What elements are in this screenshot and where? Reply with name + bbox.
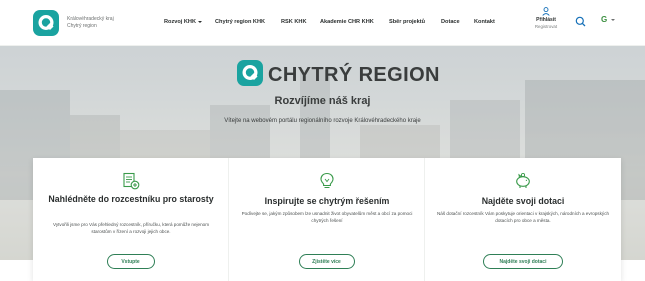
- zjistete-vice-button[interactable]: Zjistěte více: [298, 254, 355, 269]
- card-inspirace: Inspirujte se chytrým řešením Podívejte …: [229, 158, 425, 281]
- card-text: Vytvořili jsme pro Vás přehledný rozcest…: [52, 222, 210, 234]
- najdete-svoji-dotaci-button[interactable]: Najděte svoji dotaci: [483, 254, 563, 269]
- card-text: Náš dotační rozcestník Vám poskytuje ori…: [436, 211, 610, 223]
- chytry-region-logo-icon[interactable]: [33, 10, 59, 36]
- feature-cards: Nahlédněte do rozcestníku pro starosty V…: [33, 158, 621, 281]
- card-title: Nahlédněte do rozcestníku pro starosty: [48, 194, 214, 204]
- nav-item-dotace[interactable]: Dotace: [441, 19, 460, 25]
- page: Královéhradecký kraj Chytrý region Rozvo…: [0, 0, 645, 281]
- nav-item-kontakt[interactable]: Kontakt: [474, 19, 495, 25]
- card-rozcestnik: Nahlédněte do rozcestníku pro starosty V…: [33, 158, 229, 281]
- register-label: Registrovat: [534, 24, 558, 29]
- search-icon[interactable]: [575, 16, 586, 27]
- nav-item-sber-projektu[interactable]: Sběr projektů: [389, 19, 425, 25]
- piggy-bank-icon: [516, 172, 530, 188]
- nav-item-label: Akademie CHR KHK: [320, 19, 374, 25]
- nav-item-label: Kontakt: [474, 19, 495, 25]
- nav-item-label: Rozvoj KHK: [164, 19, 197, 25]
- card-title: Najděte svoji dotaci: [481, 196, 565, 206]
- login-button[interactable]: Přihlásit Registrovat: [520, 7, 572, 39]
- site-header: Královéhradecký kraj Chytrý region Rozvo…: [0, 0, 645, 46]
- org-name-line2: Chytrý region: [67, 22, 97, 29]
- card-title: Inspirujte se chytrým řešením: [264, 196, 390, 206]
- hero-subtitle: Rozvíjíme náš kraj: [274, 95, 371, 107]
- nav-item-label: Chytrý region KHK: [215, 19, 266, 25]
- nav-item-label: RSK KHK: [281, 19, 307, 25]
- login-label: Přihlásit: [536, 17, 556, 23]
- google-translate-icon: G: [601, 15, 608, 24]
- chevron-down-icon: [611, 18, 616, 21]
- nav-item-rozvoj-khk[interactable]: Rozvoj KHK: [164, 19, 203, 25]
- card-text: Podívejte se, jakým způsobem lze usnadni…: [241, 211, 413, 223]
- document-plus-icon: [122, 172, 139, 190]
- org-name: Královéhradecký kraj Chytrý region: [67, 16, 157, 29]
- language-selector[interactable]: G: [601, 15, 616, 24]
- nav-item-chytry-region-khk[interactable]: Chytrý region KHK: [215, 19, 265, 25]
- nav-item-label: Sběr projektů: [389, 19, 426, 25]
- chytry-region-logo-icon: [237, 60, 263, 86]
- nav-item-rsk-khk[interactable]: RSK KHK: [281, 19, 306, 25]
- lightbulb-icon: [319, 172, 334, 188]
- vstupte-button[interactable]: Vstupte: [106, 254, 155, 269]
- user-icon: [542, 7, 550, 16]
- nav-item-label: Dotace: [441, 19, 460, 25]
- card-dotace: Najděte svoji dotaci Náš dotační rozcest…: [425, 158, 621, 281]
- hero-title: CHYTRÝ REGION: [268, 64, 440, 86]
- hero-description: Vítejte na webovém portálu regionálního …: [224, 118, 421, 124]
- chevron-down-icon: [198, 20, 203, 23]
- nav-item-akademie-chr-khk[interactable]: Akademie CHR KHK: [320, 19, 374, 25]
